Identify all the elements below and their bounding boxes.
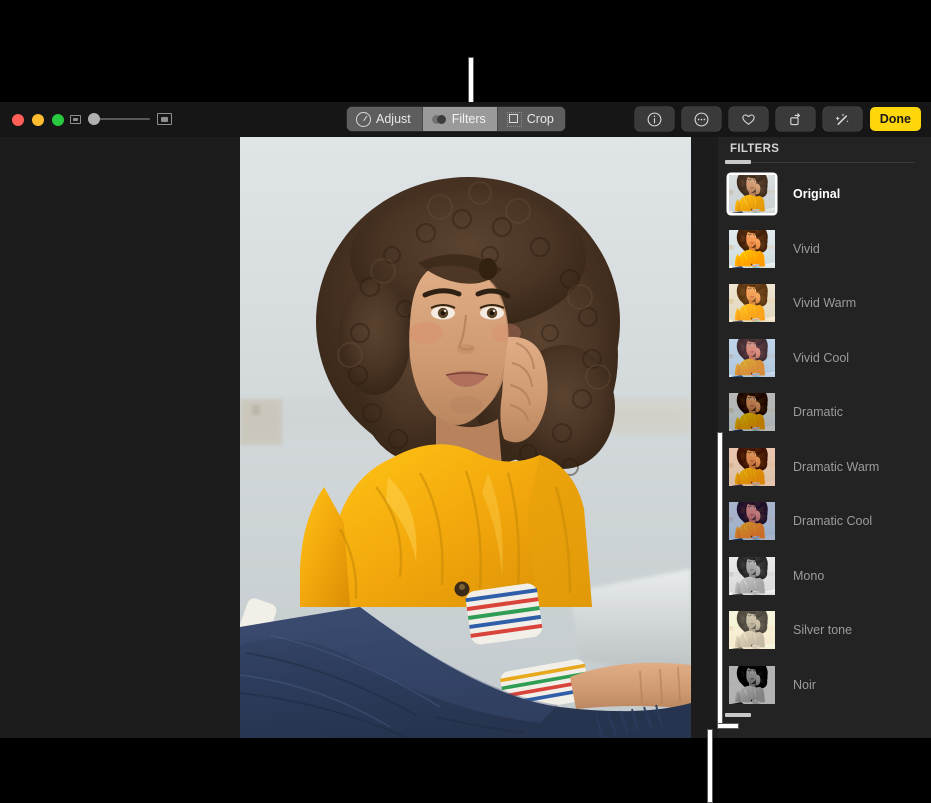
tab-filters[interactable]: Filters xyxy=(423,107,498,131)
zoom-slider[interactable] xyxy=(88,113,150,125)
filter-name-label: Vivid xyxy=(793,242,820,256)
filter-item-mono[interactable]: Mono xyxy=(718,549,931,604)
filter-name-label: Dramatic xyxy=(793,405,843,419)
filter-name-label: Vivid Warm xyxy=(793,296,856,310)
filter-thumbnail xyxy=(729,284,775,322)
filters-panel-title: FILTERS xyxy=(730,143,779,155)
filter-thumbnail xyxy=(729,339,775,377)
crop-frame-icon xyxy=(507,112,522,127)
filter-name-label: Dramatic Warm xyxy=(793,460,879,474)
done-button[interactable]: Done xyxy=(870,107,921,131)
edit-mode-segmented-control[interactable]: Adjust Filters Crop xyxy=(347,107,565,131)
magic-wand-icon xyxy=(834,111,851,128)
filter-item-vivid[interactable]: Vivid xyxy=(718,222,931,277)
photo-canvas xyxy=(0,137,718,738)
filter-thumbnail xyxy=(729,175,775,213)
filter-item-noir[interactable]: Noir xyxy=(718,658,931,713)
zoom-window-button[interactable] xyxy=(52,114,64,126)
tab-adjust[interactable]: Adjust xyxy=(347,107,423,131)
filter-item-vivid-warm[interactable]: Vivid Warm xyxy=(718,276,931,331)
filters-panel: FILTERS xyxy=(718,137,931,738)
filter-thumbnail xyxy=(729,666,775,704)
filter-item-dramatic[interactable]: Dramatic xyxy=(718,385,931,440)
filter-name-label: Mono xyxy=(793,569,824,583)
favorite-button[interactable] xyxy=(729,107,768,131)
filters-panel-divider xyxy=(725,162,915,163)
filters-list: Original xyxy=(718,167,931,712)
heart-icon xyxy=(740,111,757,128)
filter-thumbnail xyxy=(729,502,775,540)
close-window-button[interactable] xyxy=(12,114,24,126)
filter-item-silver-tone[interactable]: Silver tone xyxy=(718,603,931,658)
photos-editor-window: FILTERS xyxy=(0,102,931,738)
filter-name-label: Noir xyxy=(793,678,816,692)
tab-adjust-label: Adjust xyxy=(376,112,411,126)
ellipsis-circle-icon xyxy=(693,111,710,128)
minimize-window-button[interactable] xyxy=(32,114,44,126)
large-photo-icon xyxy=(157,113,172,125)
zoom-slider-knob[interactable] xyxy=(88,113,100,125)
filter-name-label: Vivid Cool xyxy=(793,351,849,365)
filters-scroll-indicator-top[interactable] xyxy=(725,160,751,164)
filter-name-label: Silver tone xyxy=(793,623,852,637)
filters-scroll-indicator-bottom[interactable] xyxy=(725,713,751,717)
auto-enhance-button[interactable] xyxy=(823,107,862,131)
filters-circles-icon xyxy=(432,113,447,125)
more-button[interactable] xyxy=(682,107,721,131)
tab-filters-label: Filters xyxy=(452,112,486,126)
toolbar-right-buttons: Done xyxy=(635,107,921,131)
tab-crop[interactable]: Crop xyxy=(498,107,565,131)
filters-panel-callout-stem xyxy=(708,730,712,802)
callout-bracket-elbow xyxy=(718,724,738,728)
traffic-lights xyxy=(12,114,64,126)
info-circle-icon xyxy=(646,111,663,128)
rotate-icon xyxy=(787,111,804,128)
photo-preview[interactable] xyxy=(240,137,691,738)
filter-thumbnail xyxy=(729,230,775,268)
tab-crop-label: Crop xyxy=(527,112,554,126)
filter-thumbnail xyxy=(729,557,775,595)
filter-thumbnail xyxy=(729,448,775,486)
filter-name-label: Original xyxy=(793,187,840,201)
small-photo-icon xyxy=(70,115,81,124)
zoom-slider-group[interactable] xyxy=(70,113,172,125)
filter-item-original[interactable]: Original xyxy=(718,167,931,222)
filter-thumbnail xyxy=(729,393,775,431)
rotate-button[interactable] xyxy=(776,107,815,131)
adjust-dial-icon xyxy=(356,112,371,127)
filter-item-vivid-cool[interactable]: Vivid Cool xyxy=(718,331,931,386)
filter-item-dramatic-warm[interactable]: Dramatic Warm xyxy=(718,440,931,495)
filter-name-label: Dramatic Cool xyxy=(793,514,872,528)
filter-thumbnail xyxy=(729,611,775,649)
filter-item-dramatic-cool[interactable]: Dramatic Cool xyxy=(718,494,931,549)
callout-bracket-vertical xyxy=(718,433,722,728)
info-button[interactable] xyxy=(635,107,674,131)
